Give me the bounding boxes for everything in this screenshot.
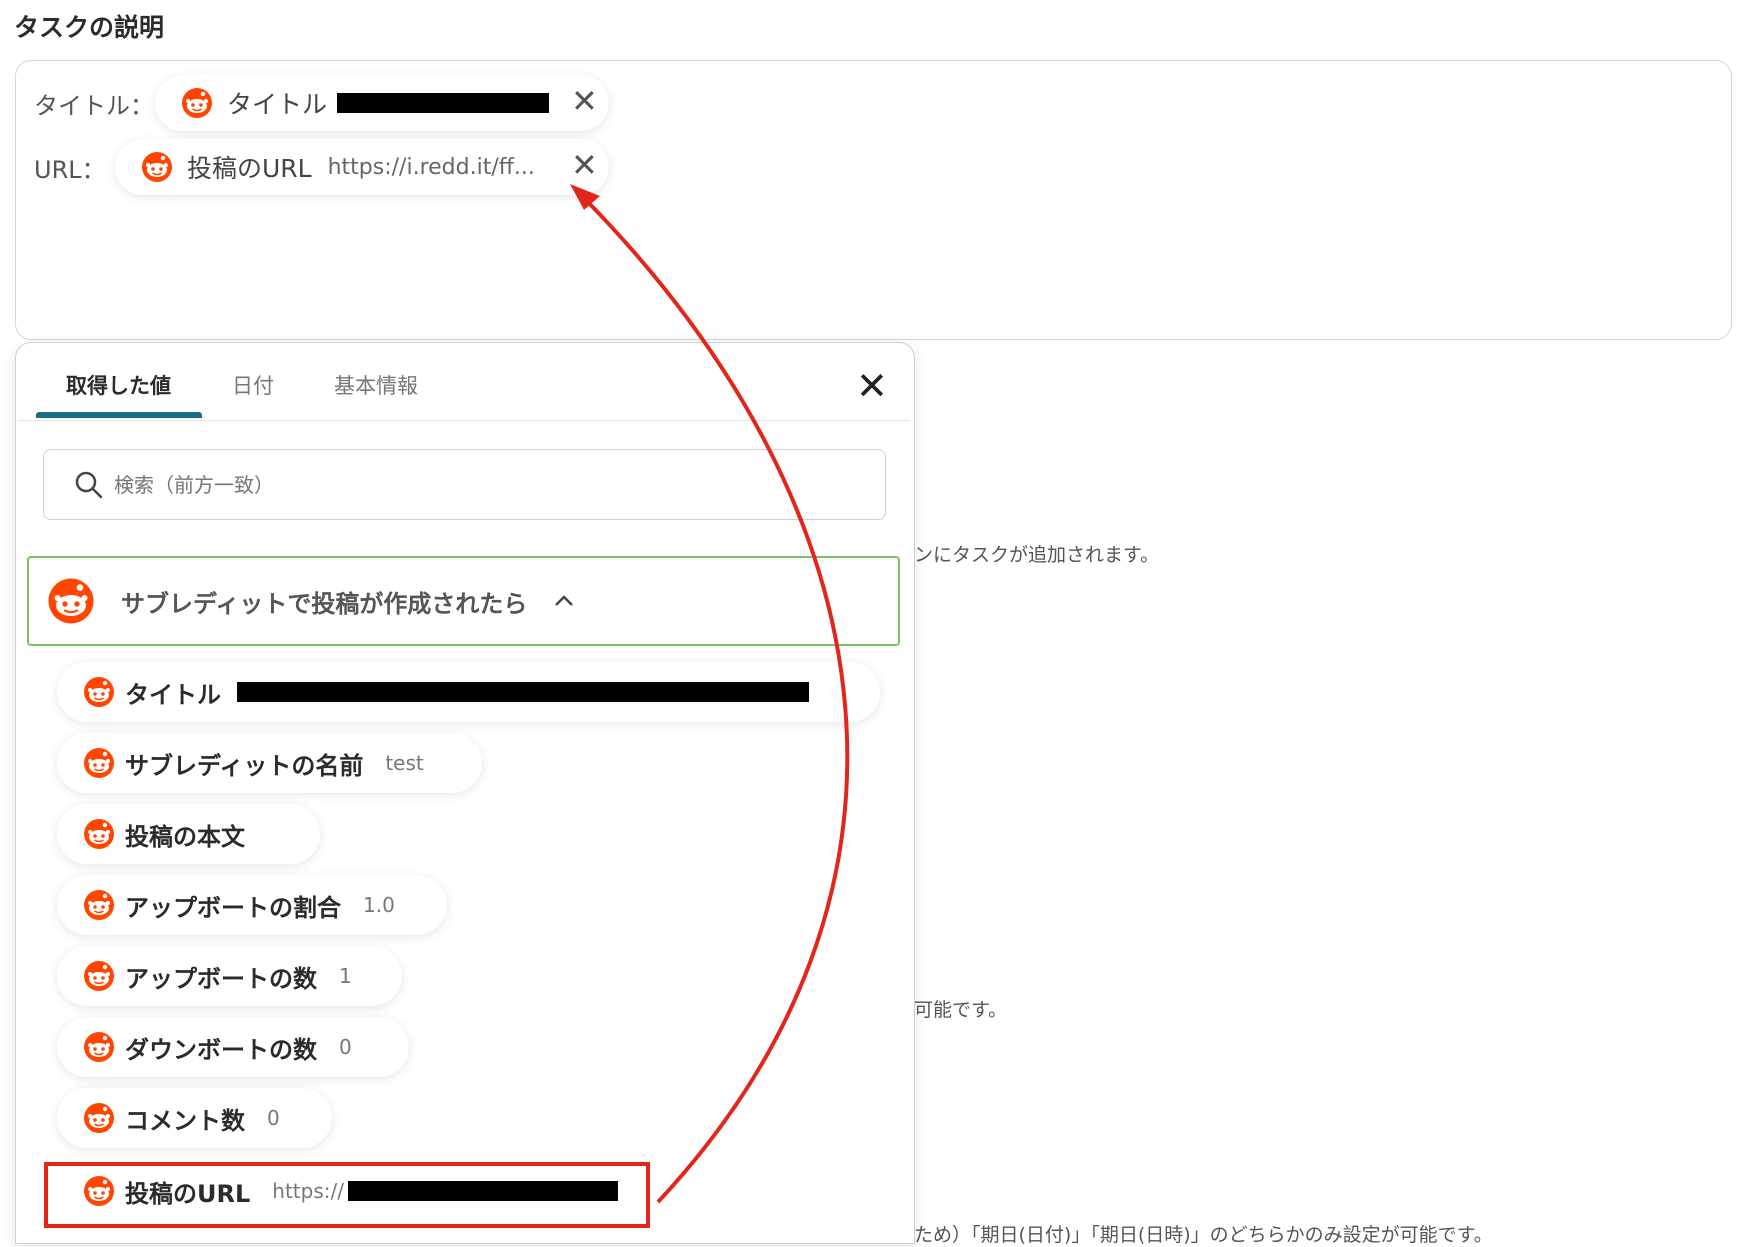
close-icon[interactable]: ✕ — [571, 85, 598, 117]
trigger-group-header[interactable]: サブレディットで投稿が作成されたら — [27, 556, 900, 646]
close-icon[interactable]: ✕ — [571, 149, 598, 181]
reddit-icon — [84, 677, 114, 707]
item-name: 投稿の本文 — [125, 822, 245, 851]
item-value: 1 — [339, 964, 352, 988]
item-value: 1.0 — [363, 893, 395, 917]
chip-label: タイトル — [227, 90, 328, 119]
reddit-icon — [84, 890, 114, 920]
reddit-icon — [84, 819, 114, 849]
list-item[interactable]: コメント数 0 — [57, 1088, 332, 1148]
redacted-value — [237, 682, 809, 702]
section-title: タスクの説明 — [14, 13, 165, 42]
list-item[interactable]: サブレディットの名前 test — [57, 733, 482, 793]
item-name: サブレディットの名前 — [125, 751, 364, 780]
reddit-icon — [84, 961, 114, 991]
group-title: サブレディットで投稿が作成されたら — [121, 589, 528, 618]
bg-text-line2: 可能です。 — [914, 999, 1008, 1021]
redacted-value — [337, 93, 550, 113]
item-name: アップボートの割合 — [125, 893, 341, 922]
item-name: ダウンボートの数 — [125, 1035, 317, 1064]
reddit-icon — [84, 1103, 114, 1133]
search-input[interactable] — [112, 471, 816, 498]
chip-value: https://i.redd.it/ff... — [327, 154, 535, 180]
reddit-icon — [142, 152, 172, 182]
tab-date[interactable]: 日付 — [232, 370, 274, 400]
url-variable-chip[interactable]: 投稿のURL https://i.redd.it/ff... ✕ — [115, 139, 609, 195]
highlight-box — [44, 1162, 650, 1228]
list-item[interactable]: アップボートの割合 1.0 — [57, 875, 447, 935]
tab-basic-info[interactable]: 基本情報 — [334, 370, 418, 400]
chevron-up-icon[interactable] — [553, 594, 575, 608]
list-item[interactable]: タイトル — [57, 662, 880, 722]
list-item[interactable]: アップボートの数 1 — [57, 946, 402, 1006]
reddit-icon — [48, 578, 94, 624]
field-label-url: URL： — [34, 156, 106, 184]
chip-label: 投稿のURL — [187, 154, 312, 183]
item-name: アップボートの数 — [125, 964, 317, 993]
item-value: 0 — [267, 1106, 280, 1130]
list-item[interactable]: 投稿の本文 — [57, 804, 320, 864]
reddit-icon — [84, 748, 114, 778]
tab-acquired-values[interactable]: 取得した値 — [66, 370, 171, 400]
item-name: コメント数 — [125, 1106, 245, 1135]
search-box[interactable] — [43, 449, 886, 520]
bg-text-line3: ため）「期日(日付)」「期日(日時)」のどちらかのみ設定が可能です。 — [914, 1224, 1493, 1246]
close-icon[interactable]: ✕ — [856, 367, 888, 405]
bg-text-line1: ンにタスクが追加されます。 — [914, 544, 1160, 566]
reddit-icon — [182, 88, 212, 118]
item-value: test — [385, 751, 424, 775]
search-icon — [75, 471, 103, 498]
item-name: タイトル — [125, 680, 221, 709]
reddit-icon — [84, 1032, 114, 1062]
active-tab-indicator — [36, 412, 202, 418]
list-item[interactable]: ダウンボートの数 0 — [57, 1017, 409, 1077]
item-value: 0 — [339, 1035, 352, 1059]
tab-divider — [18, 420, 910, 421]
field-label-title: タイトル： — [34, 92, 154, 120]
title-variable-chip[interactable]: タイトル ✕ — [155, 75, 609, 131]
